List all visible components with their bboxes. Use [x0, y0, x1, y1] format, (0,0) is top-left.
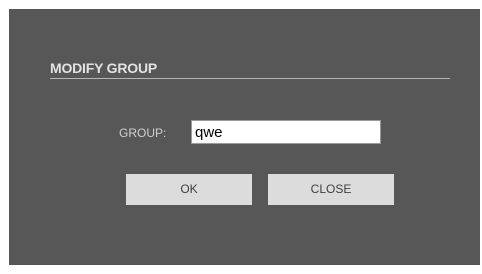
- close-button[interactable]: CLOSE: [268, 174, 394, 205]
- group-field-label: GROUP:: [119, 126, 167, 140]
- dialog-title: MODIFY GROUP: [50, 60, 158, 76]
- ok-button[interactable]: OK: [126, 174, 252, 205]
- title-divider: [50, 78, 450, 79]
- group-name-input[interactable]: [191, 120, 381, 144]
- modify-group-dialog: MODIFY GROUP GROUP: OK CLOSE: [9, 9, 480, 265]
